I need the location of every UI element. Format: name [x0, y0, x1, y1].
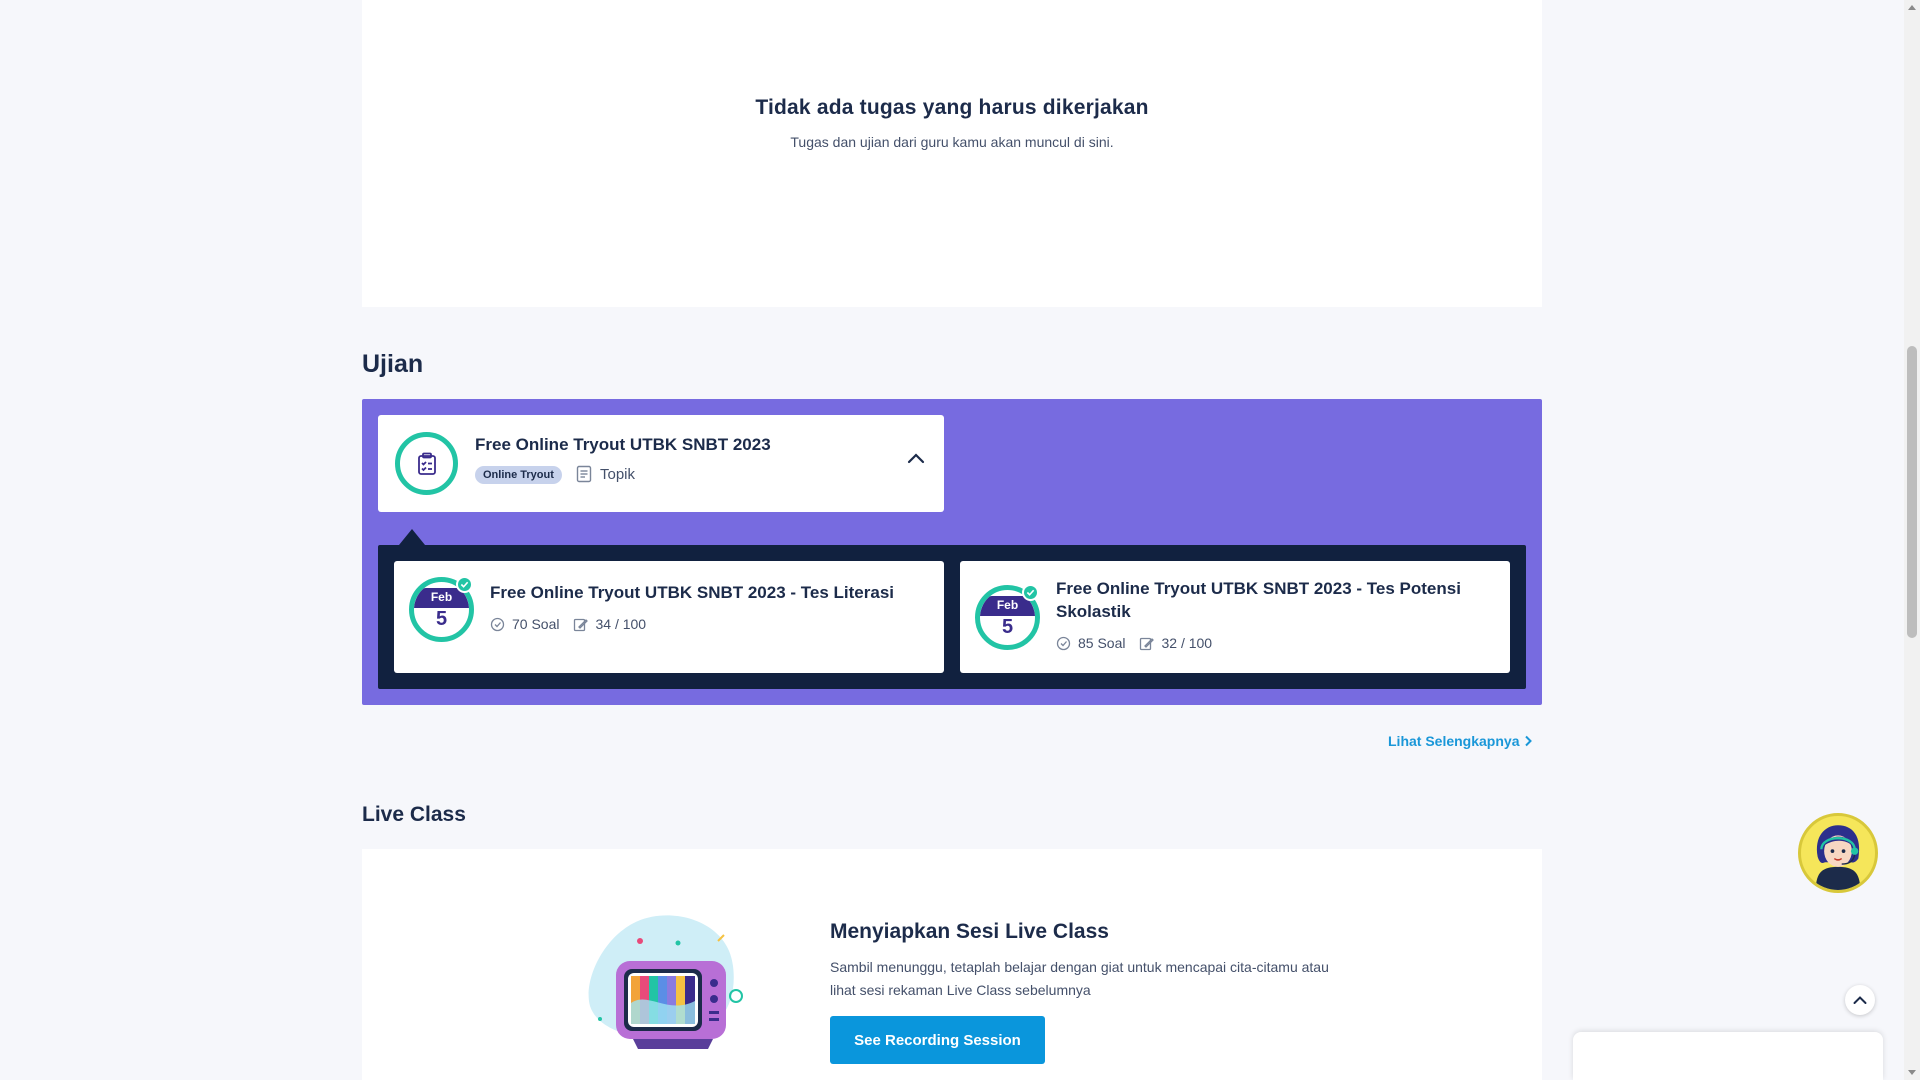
live-class-card: Menyiapkan Sesi Live Class Sambil menung… — [362, 849, 1542, 1080]
check-icon — [1022, 584, 1039, 601]
chevron-up-icon — [1853, 996, 1867, 1004]
ujian-section-title: Ujian — [362, 350, 424, 378]
exam-group-pointer — [399, 529, 425, 545]
exam-date-day: 5 — [435, 608, 448, 630]
exam-item-score: 34 / 100 — [595, 616, 647, 632]
see-more-label: Lihat Selengkapnya — [1388, 733, 1520, 749]
exam-date-day: 5 — [1001, 616, 1014, 638]
scroll-down-arrow[interactable] — [1908, 1070, 1916, 1075]
tv-illustration — [588, 915, 743, 1049]
question-count-icon — [1056, 636, 1071, 650]
live-class-description: Sambil menunggu, tetaplah belajar dengan… — [830, 959, 1329, 998]
exam-item-questions: 85 Soal — [1078, 635, 1126, 651]
chat-widget-panel[interactable] — [1573, 1032, 1883, 1080]
back-to-top-button[interactable] — [1845, 985, 1875, 1015]
exam-item-meta: 85 Soal 32 / 100 — [1056, 635, 1212, 651]
exam-clipboard-icon — [395, 432, 458, 495]
exam-item-title: Free Online Tryout UTBK SNBT 2023 - Tes … — [490, 583, 895, 602]
exam-item-meta: 70 Soal 34 / 100 — [490, 616, 646, 632]
check-icon — [456, 576, 473, 593]
tasks-empty-title: Tidak ada tugas yang harus dikerjakan — [755, 96, 1149, 119]
tasks-empty-subtitle: Tugas dan ujian dari guru kamu akan munc… — [790, 134, 1114, 150]
live-class-section-title: Live Class — [362, 803, 466, 826]
chevron-right-icon — [1525, 735, 1533, 747]
exam-items-panel: Feb 5 Free Online Tryout UTBK SNBT 2023 … — [378, 545, 1526, 689]
exam-type-badge: Online Tryout — [475, 466, 562, 484]
exam-topic: Topik — [576, 465, 635, 483]
customer-service-icon — [1815, 825, 1861, 890]
exam-group-title: Free Online Tryout UTBK SNBT 2023 — [475, 435, 771, 454]
exam-panel: Free Online Tryout UTBK SNBT 2023 Online… — [362, 399, 1542, 705]
live-class-heading: Menyiapkan Sesi Live Class — [830, 920, 1109, 943]
scroll-up-arrow[interactable] — [1908, 5, 1916, 10]
see-more-link[interactable]: Lihat Selengkapnya — [1388, 733, 1533, 749]
exam-item-title: Free Online Tryout UTBK SNBT 2023 - Tes … — [1056, 579, 1461, 621]
tasks-empty-card: Tidak ada tugas yang harus dikerjakan Tu… — [362, 0, 1542, 307]
exam-item-score: 32 / 100 — [1161, 635, 1213, 651]
scrollbar[interactable] — [1904, 0, 1920, 1080]
score-edit-icon — [1140, 637, 1155, 650]
document-icon — [576, 465, 592, 483]
exam-item[interactable]: Feb 5 Free Online Tryout UTBK SNBT 2023 … — [960, 561, 1510, 673]
exam-group-card[interactable]: Free Online Tryout UTBK SNBT 2023 Online… — [378, 415, 944, 512]
score-edit-icon — [574, 618, 589, 631]
scrollbar-thumb[interactable] — [1907, 346, 1917, 638]
see-recording-button[interactable]: See Recording Session — [830, 1016, 1045, 1064]
exam-topic-label: Topik — [600, 465, 636, 483]
customer-service-avatar[interactable] — [1798, 813, 1878, 893]
exam-item[interactable]: Feb 5 Free Online Tryout UTBK SNBT 2023 … — [394, 561, 944, 673]
chevron-up-icon[interactable] — [906, 449, 926, 469]
exam-item-questions: 70 Soal — [512, 616, 560, 632]
question-count-icon — [490, 617, 505, 631]
